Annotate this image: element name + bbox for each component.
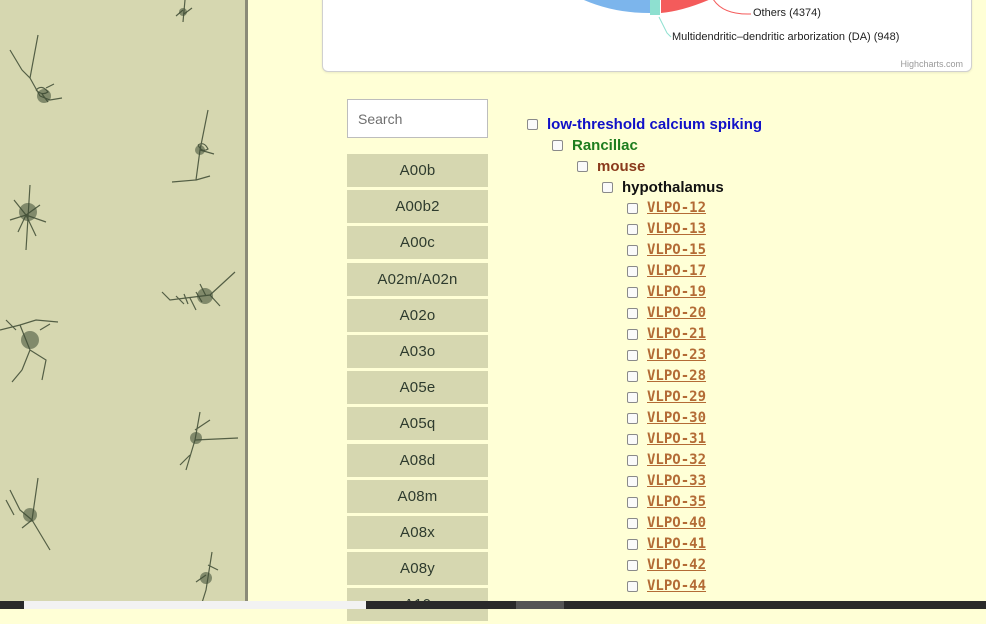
tree-row-cell: VLPO-29 [627, 387, 706, 407]
checkbox[interactable] [627, 454, 638, 466]
checkbox[interactable] [627, 223, 638, 235]
scrollbar-thumb[interactable] [516, 601, 564, 609]
neuron-type-button[interactable]: A00b2 [347, 190, 488, 224]
neuron-type-button[interactable]: A02m/A02n [347, 262, 488, 296]
cell-link[interactable]: VLPO-41 [647, 536, 706, 552]
pie-slice-red [661, 0, 709, 13]
neuron-type-button[interactable]: A00b [347, 154, 488, 187]
cell-link[interactable]: VLPO-30 [647, 410, 706, 426]
neuron-type-button[interactable]: A03o [347, 334, 488, 368]
tree-row-region: hypothalamus [602, 177, 724, 197]
neuron-type-button[interactable]: A05e [347, 371, 488, 405]
checkbox[interactable] [627, 475, 638, 487]
pie-chart-card: Others (4374) Multidendritic–dendritic a… [322, 0, 972, 72]
checkbox[interactable] [577, 160, 588, 172]
tree-row-author: Rancillac [552, 135, 638, 155]
cell-link[interactable]: VLPO-13 [647, 221, 706, 237]
pie-slice-teal [650, 0, 660, 15]
tree-row-cell: VLPO-12 [627, 198, 706, 218]
checkbox[interactable] [627, 433, 638, 445]
tree-row-cell: VLPO-41 [627, 534, 706, 554]
tree-row-cell: VLPO-33 [627, 471, 706, 491]
checkbox[interactable] [627, 286, 638, 298]
cell-link[interactable]: VLPO-23 [647, 347, 706, 363]
tree-row-cell: VLPO-40 [627, 513, 706, 533]
checkbox[interactable] [627, 391, 638, 403]
cell-link[interactable]: VLPO-42 [647, 557, 706, 573]
tree-row-cell: VLPO-13 [627, 219, 706, 239]
search-input[interactable] [347, 99, 488, 138]
checkbox[interactable] [627, 580, 638, 592]
checkbox[interactable] [602, 181, 613, 193]
region-label[interactable]: hypothalamus [622, 179, 724, 196]
tree-row-cell: VLPO-42 [627, 555, 706, 575]
cell-link[interactable]: VLPO-19 [647, 284, 706, 300]
tree-row-cell: VLPO-28 [627, 366, 706, 386]
checkbox[interactable] [627, 412, 638, 424]
tree-row-cell: VLPO-35 [627, 492, 706, 512]
neuron-type-button[interactable]: A08d [347, 443, 488, 477]
label-others: Others (4374) [753, 7, 821, 19]
tree-row-cell: VLPO-15 [627, 240, 706, 260]
cell-link[interactable]: VLPO-28 [647, 368, 706, 384]
checkbox[interactable] [627, 349, 638, 361]
highcharts-credits[interactable]: Highcharts.com [900, 59, 963, 69]
checkbox[interactable] [627, 307, 638, 319]
checkbox[interactable] [627, 559, 638, 571]
decorative-sidebar [0, 0, 248, 609]
cell-link[interactable]: VLPO-35 [647, 494, 706, 510]
checkbox[interactable] [627, 244, 638, 256]
tree-row-cell: VLPO-20 [627, 303, 706, 323]
checkbox[interactable] [627, 370, 638, 382]
cell-link[interactable]: VLPO-17 [647, 263, 706, 279]
tree-row-species: mouse [577, 156, 645, 176]
neuron-type-list: A00b A00b2 A00c A02m/A02n A02o A03o A05e A05q A0… [347, 154, 488, 624]
scrollbar-track-light [24, 601, 366, 609]
property-label[interactable]: low-threshold calcium spiking [547, 116, 762, 133]
checkbox[interactable] [527, 118, 538, 130]
bottom-scrollbar[interactable] [0, 601, 986, 609]
checkbox[interactable] [627, 517, 638, 529]
checkbox[interactable] [627, 202, 638, 214]
neuron-type-button[interactable]: A08x [347, 515, 488, 549]
neuron-type-button[interactable]: A00c [347, 226, 488, 260]
cell-link[interactable]: VLPO-32 [647, 452, 706, 468]
checkbox[interactable] [627, 496, 638, 508]
cell-link[interactable]: VLPO-12 [647, 200, 706, 216]
neuron-illustrations [0, 0, 239, 609]
neuron-type-button[interactable]: A08y [347, 552, 488, 586]
tree-row-cell: VLPO-31 [627, 429, 706, 449]
author-label[interactable]: Rancillac [572, 137, 638, 154]
tree-row-cell: VLPO-21 [627, 324, 706, 344]
neuron-type-button[interactable]: A05q [347, 407, 488, 441]
tree-row-cell: VLPO-30 [627, 408, 706, 428]
checkbox[interactable] [552, 139, 563, 151]
connector-da [658, 16, 672, 38]
neuron-type-button[interactable]: A08m [347, 479, 488, 513]
connector-others [713, 0, 752, 15]
species-label[interactable]: mouse [597, 158, 645, 175]
neuron-type-button[interactable]: A02o [347, 298, 488, 332]
cell-link[interactable]: VLPO-31 [647, 431, 706, 447]
cell-link[interactable]: VLPO-40 [647, 515, 706, 531]
tree-row-cell: VLPO-17 [627, 261, 706, 281]
tree-row-cell: VLPO-32 [627, 450, 706, 470]
cell-link[interactable]: VLPO-33 [647, 473, 706, 489]
cell-link[interactable]: VLPO-15 [647, 242, 706, 258]
cell-link[interactable]: VLPO-20 [647, 305, 706, 321]
tree-row-property: low-threshold calcium spiking [527, 114, 762, 134]
tree-row-cell: VLPO-23 [627, 345, 706, 365]
cell-link[interactable]: VLPO-44 [647, 578, 706, 594]
label-multidendritic: Multidendritic–dendritic arborization (D… [672, 31, 900, 43]
tree-row-cell: VLPO-44 [627, 576, 706, 596]
checkbox[interactable] [627, 328, 638, 340]
checkbox[interactable] [627, 265, 638, 277]
tree-row-cell: VLPO-19 [627, 282, 706, 302]
cell-link[interactable]: VLPO-29 [647, 389, 706, 405]
cell-link[interactable]: VLPO-21 [647, 326, 706, 342]
checkbox[interactable] [627, 538, 638, 550]
pie-slice-blue [584, 0, 653, 14]
